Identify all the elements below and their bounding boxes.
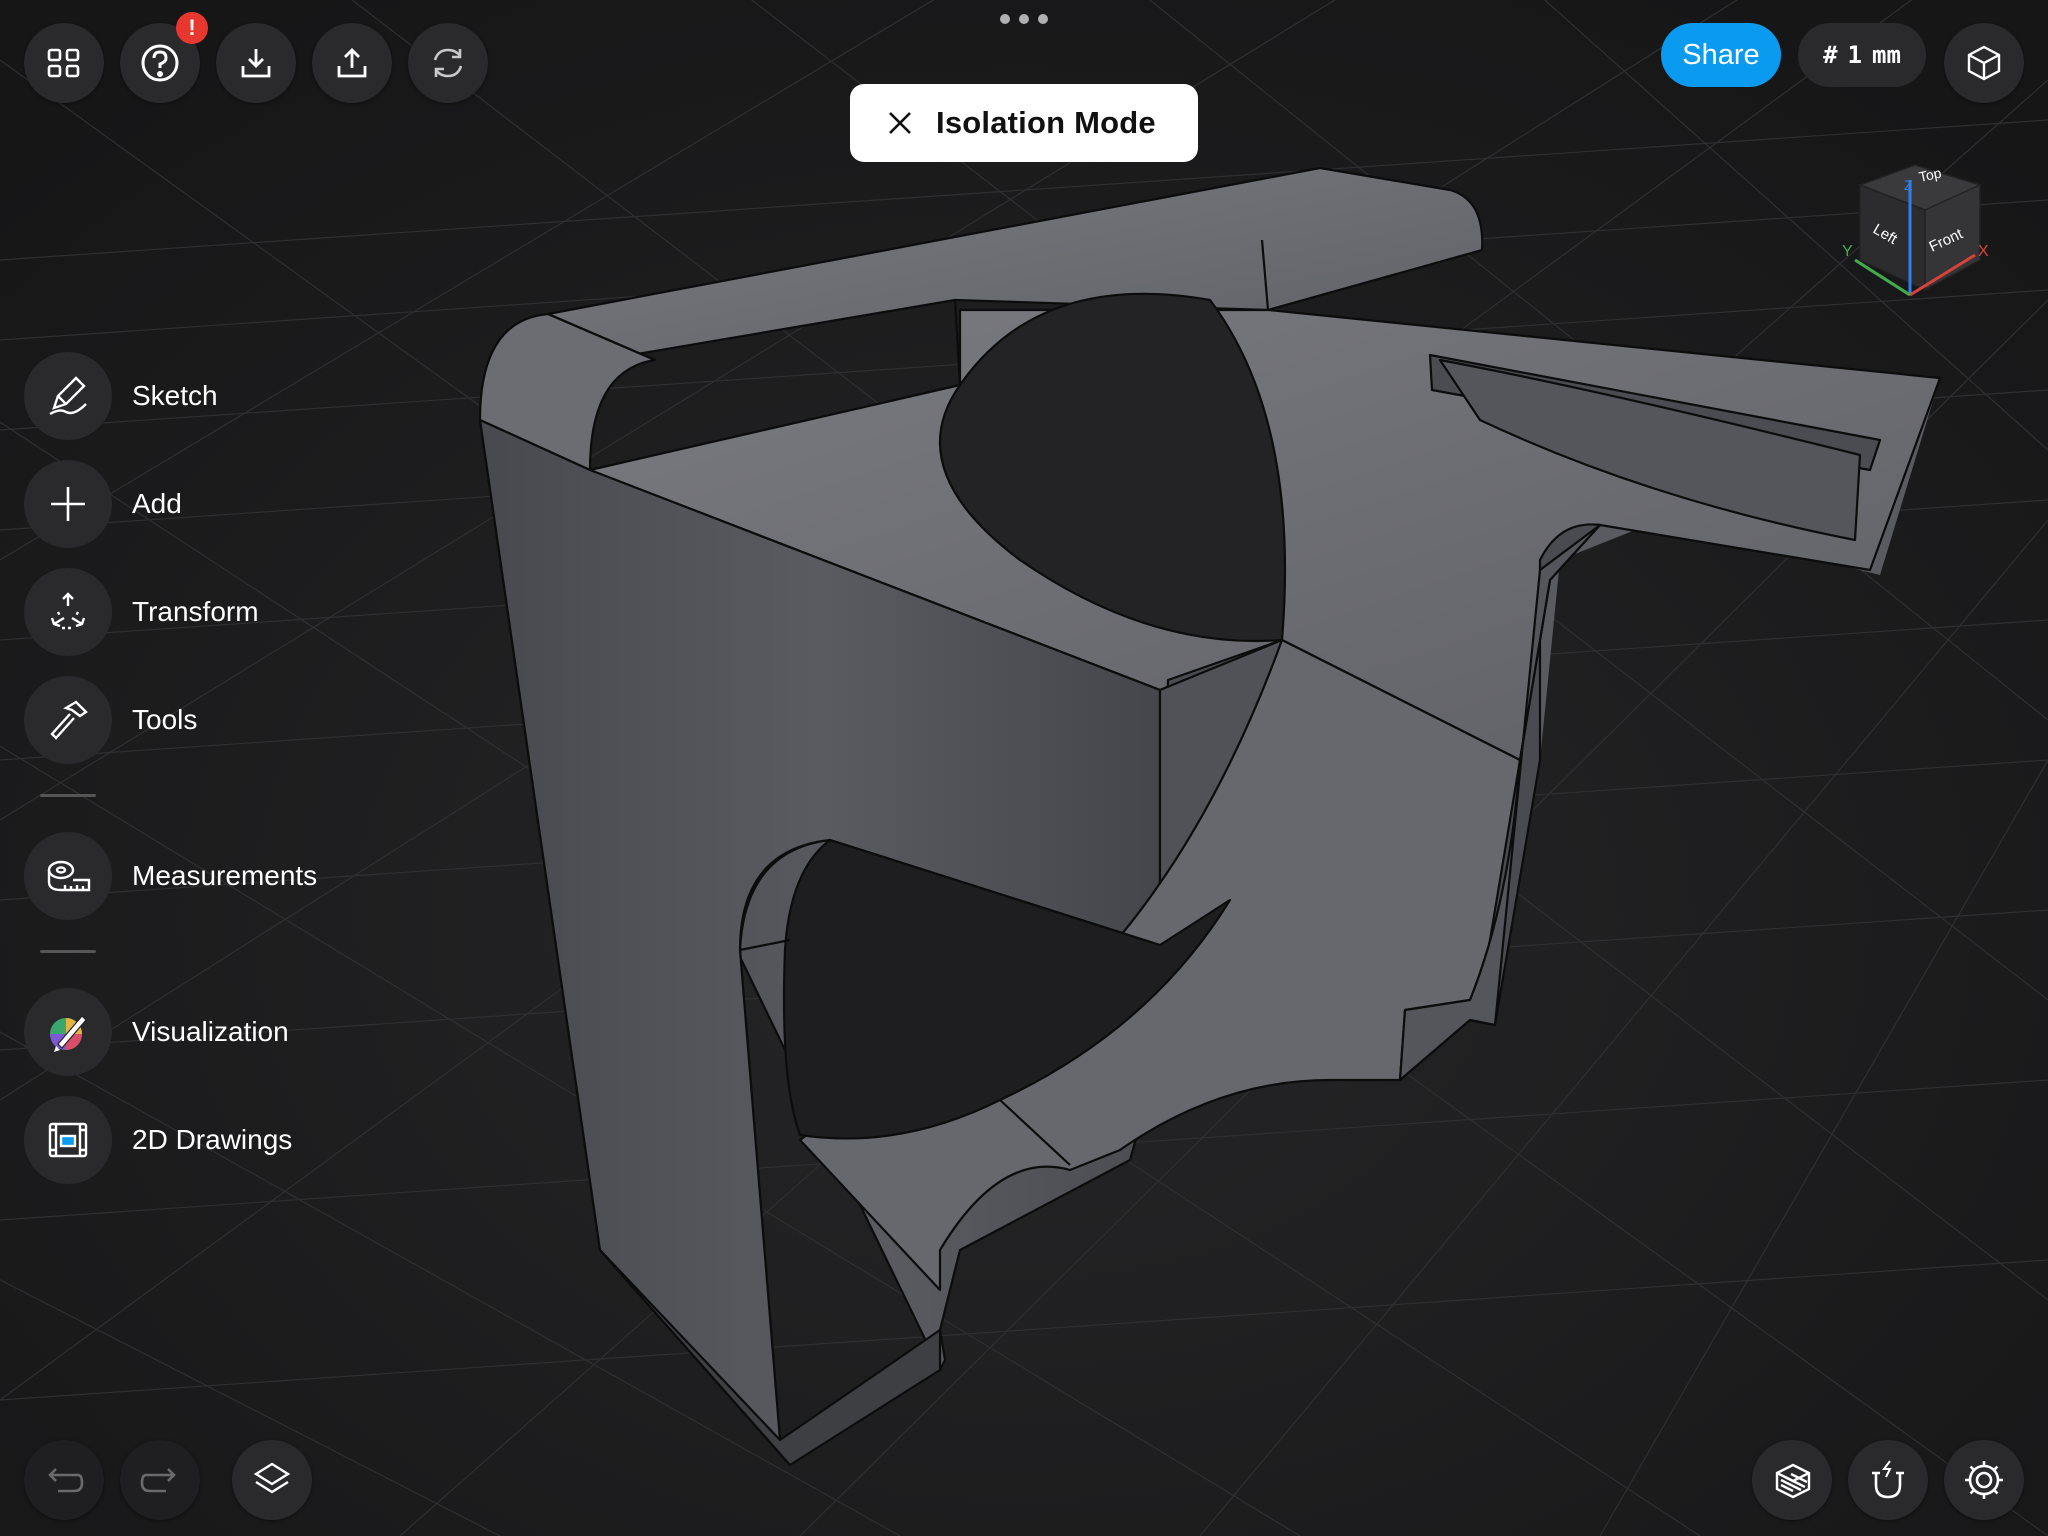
grid-symbol: # — [1823, 41, 1838, 69]
menu-2d-drawings-label: 2D Drawings — [132, 1124, 293, 1155]
axis-y-label: Y — [1842, 243, 1853, 260]
more-options-handle[interactable] — [1000, 14, 1048, 26]
snap-magnet-button[interactable] — [1848, 1440, 1928, 1520]
menu-transform[interactable]: Transform — [24, 568, 259, 656]
grid-size-button[interactable]: # 1 mm — [1798, 23, 1926, 87]
redo-icon — [140, 1468, 176, 1493]
close-icon — [889, 112, 911, 134]
settings-gear-icon — [1965, 1461, 2003, 1499]
import-icon — [241, 49, 271, 78]
sync-button[interactable] — [408, 23, 488, 103]
section-view-icon — [1775, 1463, 1811, 1499]
export-button[interactable] — [312, 23, 392, 103]
projects-button[interactable] — [24, 23, 104, 103]
help-notification-badge: ! — [176, 12, 208, 44]
tape-measure-icon — [47, 860, 91, 892]
blueprint-icon — [48, 1122, 88, 1158]
pencil-icon — [49, 376, 87, 416]
menu-tools[interactable]: Tools — [24, 676, 197, 764]
paintbrush-icon — [50, 1015, 87, 1052]
grid-unit: mm — [1872, 41, 1901, 69]
menu-tools-label: Tools — [132, 704, 198, 735]
snap-magnet-icon — [1872, 1460, 1904, 1499]
menu-sketch-label: Sketch — [132, 380, 218, 411]
3d-viewport[interactable]: Top Left Front X Y Z — [0, 0, 2048, 1536]
menu-visualization[interactable]: Visualization — [24, 988, 289, 1076]
menu-add-label: Add — [132, 488, 182, 519]
axis-x-label: X — [1978, 243, 1989, 260]
help-icon — [141, 44, 179, 82]
share-button[interactable]: Share — [1661, 23, 1781, 87]
menu-2d-drawings[interactable]: 2D Drawings — [24, 1096, 292, 1184]
redo-button[interactable] — [120, 1440, 200, 1520]
layers-icon — [253, 1462, 291, 1494]
transform-arrows-icon — [50, 592, 86, 630]
projects-icon — [47, 48, 80, 78]
hammer-icon — [50, 700, 88, 740]
settings-button[interactable] — [1944, 1440, 2024, 1520]
menu-add[interactable]: Add — [24, 460, 182, 548]
section-view-button[interactable] — [1752, 1440, 1832, 1520]
exit-isolation-button[interactable] — [864, 84, 936, 162]
import-button[interactable] — [216, 23, 296, 103]
wireframe-cube-icon — [1967, 45, 2001, 81]
menu-measurements[interactable]: Measurements — [24, 832, 317, 920]
axis-z-label: Z — [1904, 177, 1913, 193]
isolation-mode-banner: Isolation Mode — [850, 84, 1198, 162]
undo-icon — [48, 1468, 84, 1493]
menu-transform-label: Transform — [132, 596, 259, 627]
menu-visualization-label: Visualization — [132, 1016, 289, 1047]
sync-icon — [433, 48, 463, 78]
view-mode-button[interactable] — [1944, 23, 2024, 103]
isolation-mode-title: Isolation Mode — [936, 105, 1156, 140]
menu-divider — [40, 950, 96, 953]
menu-sketch[interactable]: Sketch — [24, 352, 218, 440]
menu-divider — [40, 794, 96, 797]
undo-button[interactable] — [24, 1440, 104, 1520]
layers-button[interactable] — [232, 1440, 312, 1520]
menu-measurements-label: Measurements — [132, 860, 318, 891]
export-icon — [337, 48, 367, 78]
plus-icon — [51, 487, 85, 521]
grid-value: 1 — [1847, 41, 1862, 69]
